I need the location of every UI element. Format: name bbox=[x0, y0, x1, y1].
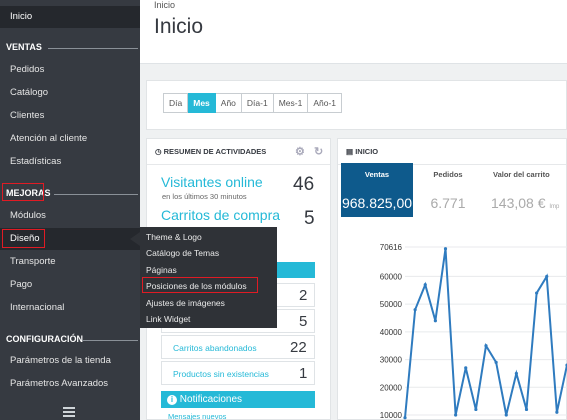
carts-link[interactable]: Carritos de compra bbox=[161, 207, 280, 223]
sales-series-line bbox=[404, 248, 567, 418]
kpi-pedidos-label: Pedidos bbox=[433, 170, 463, 179]
previous-month-button[interactable]: Mes-1 bbox=[273, 93, 309, 113]
bar-chart-icon: ▤ bbox=[346, 147, 354, 156]
previous-day-button[interactable]: Día-1 bbox=[241, 93, 274, 113]
sidebar-item-modulos[interactable]: Módulos bbox=[0, 205, 140, 227]
flyout-arrow bbox=[130, 232, 140, 246]
year-button[interactable]: Año bbox=[215, 93, 242, 113]
highlight-box bbox=[142, 277, 258, 293]
sales-line-chart: 70616 60000 50000 40000 30000 20000 10000 bbox=[380, 243, 567, 420]
sidebar: Inicio VENTAS Pedidos Catálogo Clientes … bbox=[0, 0, 140, 420]
gear-icon[interactable]: ⚙ bbox=[295, 139, 305, 165]
date-range-buttons: Día Mes Año Día-1 Mes-1 Año-1 bbox=[163, 93, 343, 113]
abandoned-carts-label[interactable]: Carritos abandonados bbox=[173, 343, 257, 353]
notifications-header: i Notificaciones bbox=[161, 391, 315, 408]
kpi-valor-carrito-suffix: Imp bbox=[549, 204, 560, 210]
data-point[interactable] bbox=[443, 247, 448, 251]
y-tick-label: 60000 bbox=[380, 272, 403, 281]
sidebar-item-catalogo[interactable]: Catálogo bbox=[0, 82, 140, 104]
data-point[interactable] bbox=[555, 410, 559, 414]
data-point[interactable] bbox=[504, 413, 508, 417]
sidebar-item-parametros-avanzados[interactable]: Parámetros Avanzados bbox=[0, 373, 140, 395]
previous-year-button[interactable]: Año-1 bbox=[308, 93, 343, 113]
section-configuracion: CONFIGURACIÓN bbox=[0, 334, 140, 344]
menu-toggle-icon[interactable] bbox=[63, 407, 75, 419]
breadcrumb[interactable]: Inicio bbox=[154, 0, 175, 10]
refresh-icon[interactable]: ↻ bbox=[314, 139, 323, 165]
carts-value: 5 bbox=[304, 208, 315, 229]
clock-icon: ◷ bbox=[155, 147, 162, 156]
kpi-pedidos-value: 6.771 bbox=[430, 195, 466, 211]
visitors-sublabel: en los últimos 30 minutos bbox=[162, 192, 247, 201]
data-point[interactable] bbox=[464, 366, 468, 370]
data-point[interactable] bbox=[514, 371, 518, 376]
out-of-stock-label[interactable]: Productos sin existencias bbox=[173, 369, 269, 379]
kpi-ventas-label: Ventas bbox=[364, 170, 390, 179]
page-header: Inicio Inicio bbox=[140, 0, 567, 64]
abandoned-carts-row[interactable]: Carritos abandonados 22 bbox=[161, 335, 315, 359]
kpi-valor-carrito[interactable]: Valor del carrito 143,08 € Imp bbox=[483, 163, 567, 217]
sidebar-item-internacional[interactable]: Internacional bbox=[0, 297, 140, 319]
date-range-panel: Día Mes Año Día-1 Mes-1 Año-1 bbox=[146, 80, 567, 130]
activity-panel-header: ◷ RESUMEN DE ACTIVIDADES ⚙ ↻ bbox=[147, 139, 330, 165]
abandoned-carts-value: 22 bbox=[290, 339, 307, 356]
data-point[interactable] bbox=[535, 291, 539, 295]
month-button[interactable]: Mes bbox=[188, 93, 216, 113]
data-point[interactable] bbox=[474, 407, 478, 412]
kpi-ventas[interactable]: Ventas 968.825,00 bbox=[341, 163, 413, 217]
stat-value: 2 bbox=[299, 287, 308, 304]
data-point[interactable] bbox=[484, 344, 488, 348]
y-tick-label: 70616 bbox=[380, 243, 403, 252]
data-point[interactable] bbox=[403, 416, 407, 420]
sidebar-item-pago[interactable]: Pago bbox=[0, 274, 140, 296]
stat-value: 5 bbox=[299, 313, 308, 330]
sidebar-item-inicio[interactable]: Inicio bbox=[0, 6, 140, 28]
day-button[interactable]: Día bbox=[163, 93, 189, 113]
kpi-pedidos[interactable]: Pedidos 6.771 bbox=[413, 163, 483, 217]
visitors-online-value: 46 bbox=[293, 174, 315, 195]
activity-title: RESUMEN DE ACTIVIDADES bbox=[163, 147, 267, 156]
kpi-valor-carrito-amount: 143,08 € bbox=[491, 195, 546, 211]
data-point[interactable] bbox=[524, 407, 529, 412]
visitors-online-link[interactable]: Visitantes online bbox=[161, 174, 263, 190]
out-of-stock-value: 1 bbox=[299, 365, 308, 382]
sidebar-item-estadisticas[interactable]: Estadísticas bbox=[0, 151, 140, 173]
kpi-valor-carrito-label: Valor del carrito bbox=[493, 170, 550, 179]
sidebar-item-atencion[interactable]: Atención al cliente bbox=[0, 128, 140, 150]
submenu-theme-logo[interactable]: Theme & Logo bbox=[146, 232, 202, 242]
info-icon: i bbox=[167, 395, 177, 405]
out-of-stock-row[interactable]: Productos sin existencias 1 bbox=[161, 361, 315, 385]
y-tick-label: 10000 bbox=[380, 411, 403, 420]
y-tick-label: 50000 bbox=[380, 300, 403, 309]
diseno-submenu: Theme & Logo Catálogo de Temas Páginas P… bbox=[140, 227, 277, 328]
sidebar-item-transporte[interactable]: Transporte bbox=[0, 251, 140, 273]
data-point[interactable] bbox=[423, 283, 427, 287]
submenu-link-widget[interactable]: Link Widget bbox=[146, 314, 190, 324]
data-point[interactable] bbox=[413, 308, 417, 312]
section-config-label: CONFIGURACIÓN bbox=[6, 334, 83, 344]
notifications-title: Notificaciones bbox=[179, 394, 243, 405]
y-tick-label: 20000 bbox=[380, 383, 403, 392]
section-ventas: VENTAS bbox=[0, 42, 140, 52]
y-tick-label: 30000 bbox=[380, 356, 403, 365]
sidebar-item-clientes[interactable]: Clientes bbox=[0, 105, 140, 127]
submenu-paginas[interactable]: Páginas bbox=[146, 265, 177, 275]
page-title: Inicio bbox=[154, 15, 204, 38]
dashboard-title: INICIO bbox=[355, 147, 379, 156]
data-point[interactable] bbox=[494, 360, 498, 364]
dashboard-panel-header: ▤ INICIO bbox=[338, 139, 566, 165]
sidebar-item-pedidos[interactable]: Pedidos bbox=[0, 59, 140, 81]
kpi-valor-carrito-value: 143,08 € Imp bbox=[491, 195, 567, 211]
y-tick-label: 40000 bbox=[380, 328, 403, 337]
data-point[interactable] bbox=[433, 319, 437, 323]
sidebar-item-parametros-tienda[interactable]: Parámetros de la tienda bbox=[0, 350, 140, 372]
new-messages-link[interactable]: Mensajes nuevos bbox=[168, 412, 226, 420]
section-ventas-label: VENTAS bbox=[6, 42, 42, 52]
data-point[interactable] bbox=[454, 413, 458, 417]
data-point[interactable] bbox=[545, 274, 549, 279]
submenu-ajustes-imagenes[interactable]: Ajustes de imágenes bbox=[146, 298, 225, 308]
submenu-catalogo-temas[interactable]: Catálogo de Temas bbox=[146, 248, 219, 258]
kpi-ventas-value: 968.825,00 bbox=[341, 195, 413, 211]
